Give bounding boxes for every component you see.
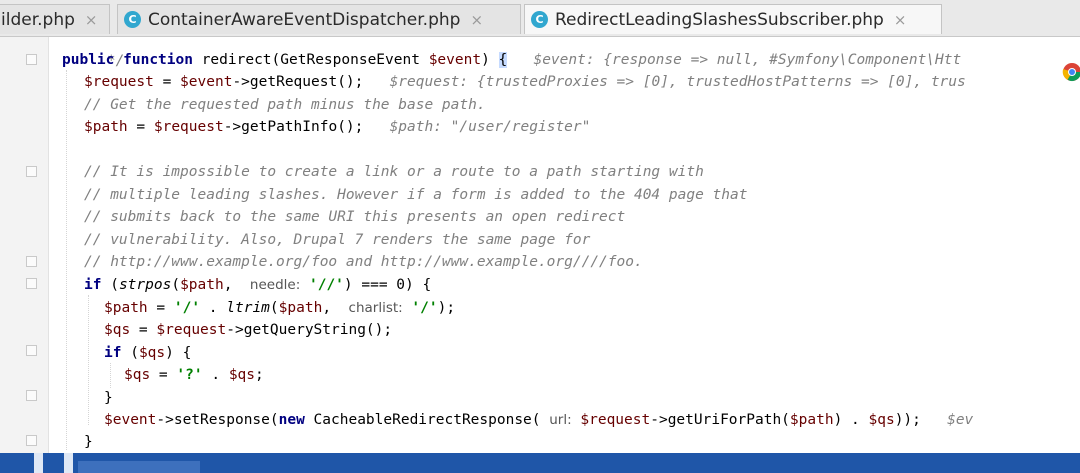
code-line: if (strpos($path, needle: '//') === 0) { bbox=[84, 277, 432, 293]
code-comment: // multiple leading slashes. However if … bbox=[84, 187, 748, 203]
code-line: $event->setResponse(new CacheableRedirec… bbox=[104, 412, 974, 428]
browser-icon[interactable] bbox=[1062, 62, 1080, 82]
code-comment: // http://www.example.org/foo and http:/… bbox=[84, 254, 643, 270]
code-comment: // It is impossible to create a link or … bbox=[84, 164, 704, 180]
code-line: $path = '/' . ltrim($path, charlist: '/'… bbox=[104, 300, 456, 316]
code-line: } bbox=[104, 390, 113, 406]
taskbar-button[interactable] bbox=[64, 453, 73, 473]
horizontal-scrollbar[interactable] bbox=[78, 461, 200, 473]
code-line: if ($qs) { bbox=[104, 345, 192, 361]
taskbar bbox=[0, 453, 1080, 473]
code-line: public function redirect(GetResponseEven… bbox=[62, 52, 962, 68]
taskbar-button[interactable] bbox=[34, 453, 43, 473]
code-line: } bbox=[84, 434, 93, 450]
code-line: $path = $request->getPathInfo(); $path: … bbox=[84, 119, 591, 135]
code-line: $qs = $request->getQueryString(); bbox=[104, 322, 393, 338]
code-comment: // Get the requested path minus the base… bbox=[84, 97, 486, 113]
code-comment: // vulnerability. Also, Drupal 7 renders… bbox=[84, 232, 591, 248]
code-editor[interactable]: */ public function redirect(GetResponseE… bbox=[0, 0, 1080, 453]
code-comment: // submits back to the same URI this pre… bbox=[84, 209, 626, 225]
code-line: $qs = '?' . $qs; bbox=[124, 367, 264, 383]
code-line: $request = $event->getRequest(); $reques… bbox=[84, 74, 966, 90]
code-line: */ bbox=[106, 53, 125, 69]
